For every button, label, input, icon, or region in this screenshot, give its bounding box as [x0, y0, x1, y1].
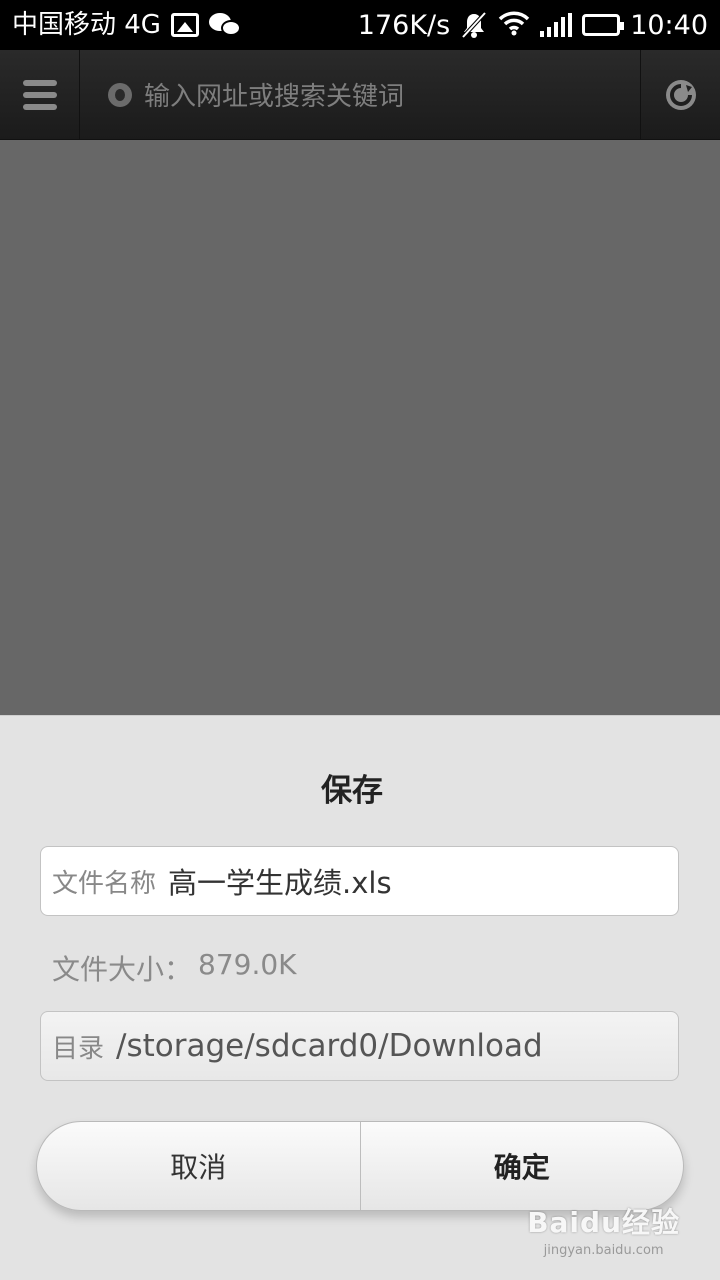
site-icon	[108, 82, 132, 107]
address-bar[interactable]: 输入网址或搜索关键词	[80, 50, 640, 140]
wechat-icon	[208, 11, 245, 39]
mute-bell-icon	[460, 11, 488, 39]
dialog-buttons: 取消 确定	[36, 1121, 684, 1211]
file-name-field[interactable]: 文件名称 高一学生成绩.xls	[40, 846, 679, 916]
file-size-value: 879.0K	[198, 948, 297, 981]
signal-icon	[540, 13, 573, 37]
menu-icon[interactable]	[0, 49, 80, 140]
file-name-input[interactable]: 高一学生成绩.xls	[168, 860, 392, 902]
watermark-url: jingyan.baidu.com	[543, 1243, 664, 1258]
file-size-label: 文件大小：	[52, 953, 193, 986]
directory-field[interactable]: 目录 /storage/sdcard0/Download	[40, 1011, 679, 1081]
battery-icon	[582, 14, 625, 36]
watermark-logo: Baidu经验	[527, 1206, 680, 1239]
dialog-title: 保存	[321, 773, 383, 809]
gallery-icon	[170, 13, 199, 37]
browser-toolbar: 输入网址或搜索关键词	[0, 49, 720, 140]
clock: 10:40	[630, 9, 708, 41]
network-speed: 176K/s	[357, 9, 451, 41]
cancel-button[interactable]: 取消	[37, 1122, 360, 1210]
address-placeholder: 输入网址或搜索关键词	[144, 82, 405, 112]
status-bar: 中国移动 4G 176K/s 10:40	[0, 0, 720, 50]
file-name-label: 文件名称	[52, 868, 157, 899]
file-size-row: 文件大小： 879.0K	[52, 948, 297, 988]
wifi-icon	[498, 10, 530, 40]
directory-value[interactable]: /storage/sdcard0/Download	[116, 1028, 543, 1064]
dim-overlay[interactable]	[0, 140, 720, 715]
status-right: 176K/s 10:40	[358, 10, 708, 40]
directory-label: 目录	[52, 1033, 105, 1064]
save-dialog: 保存 文件名称 高一学生成绩.xls 文件大小： 879.0K 目录 /stor…	[0, 715, 720, 1280]
carrier-label: 中国移动 4G	[12, 10, 161, 40]
baidu-watermark: Baidu经验 jingyan.baidu.com	[527, 1201, 680, 1258]
confirm-button[interactable]: 确定	[359, 1122, 684, 1210]
reload-icon[interactable]	[640, 49, 720, 140]
status-left: 中国移动 4G	[12, 11, 245, 39]
